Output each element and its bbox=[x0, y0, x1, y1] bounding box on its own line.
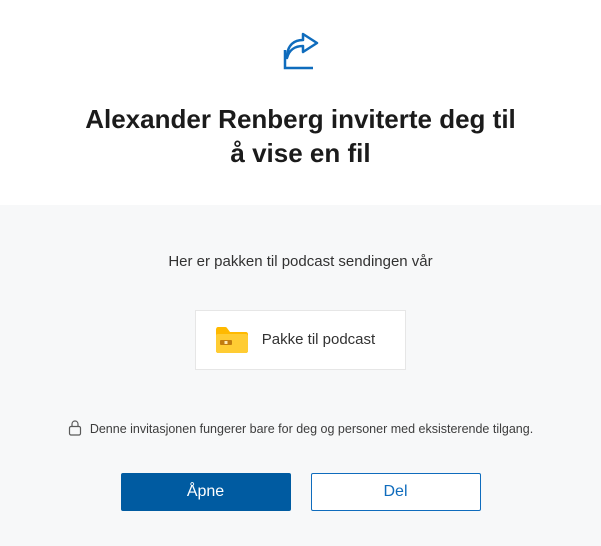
content-section: Her er pakken til podcast sendingen vår … bbox=[0, 205, 601, 546]
open-button[interactable]: Åpne bbox=[121, 473, 291, 511]
lock-icon bbox=[68, 420, 82, 439]
permission-text: Denne invitasjonen fungerer bare for deg… bbox=[90, 422, 533, 436]
file-name: Pakke til podcast bbox=[262, 331, 375, 348]
sender-message: Her er pakken til podcast sendingen vår bbox=[168, 253, 432, 270]
share-icon bbox=[277, 30, 325, 79]
button-row: Åpne Del bbox=[121, 473, 481, 511]
header-section: Alexander Renberg inviterte deg til å vi… bbox=[0, 0, 601, 205]
zip-folder-icon bbox=[216, 327, 248, 353]
permission-note: Denne invitasjonen fungerer bare for deg… bbox=[68, 420, 533, 439]
invitation-title: Alexander Renberg inviterte deg til å vi… bbox=[81, 103, 521, 171]
file-card[interactable]: Pakke til podcast bbox=[195, 310, 406, 370]
share-button[interactable]: Del bbox=[311, 473, 481, 511]
